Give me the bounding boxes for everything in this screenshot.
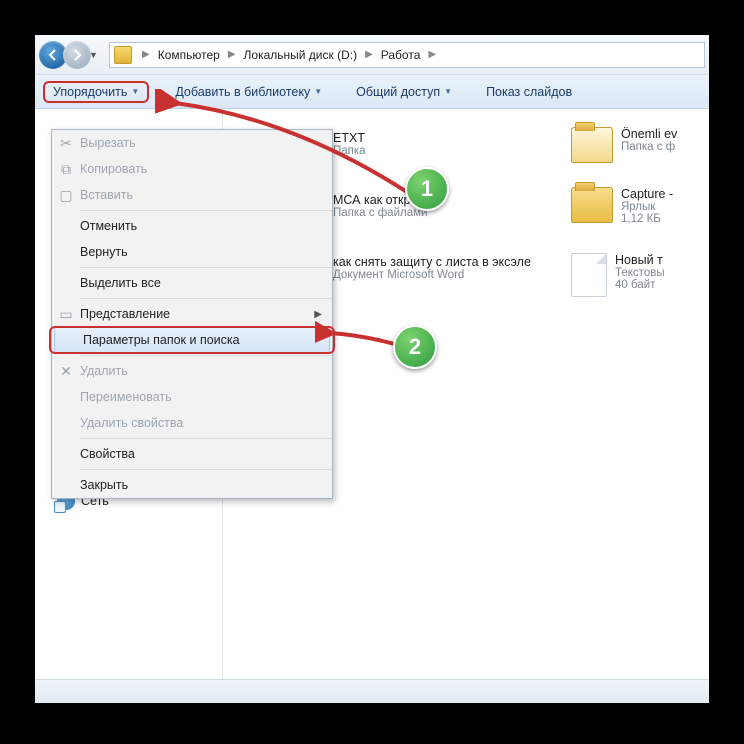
file-item[interactable]: Новый т Текстовы 40 байт (571, 253, 665, 297)
menu-separator (80, 267, 332, 268)
file-item[interactable]: как снять защиту с листа в эксэле Докуме… (333, 255, 531, 281)
navigation-bar: ▼ ▶ Компьютер ▶ Локальный диск (D:) ▶ Ра… (35, 35, 709, 75)
nav-fwd-button[interactable] (63, 41, 91, 69)
menu-cut[interactable]: ✂ Вырезать (52, 130, 332, 156)
file-name: Новый т (615, 253, 665, 267)
file-name: Capture - (621, 187, 673, 201)
chevron-right-icon: ▶ (314, 309, 322, 320)
file-item[interactable]: Önemli ev Папка с ф (571, 127, 677, 163)
breadcrumb-item[interactable]: Работа (379, 48, 423, 62)
menu-separator (80, 210, 332, 211)
callout-badge-2: 2 (393, 325, 437, 369)
file-sub: Папка с ф (621, 141, 677, 153)
menu-redo[interactable]: Вернуть (52, 239, 332, 265)
file-name: Önemli ev (621, 127, 677, 141)
organize-label: Упорядочить (53, 85, 127, 99)
close-icon (52, 472, 80, 498)
menu-separator (80, 298, 332, 299)
delete-icon: ✕ (52, 358, 80, 384)
menu-separator (80, 469, 332, 470)
rename-icon (52, 384, 80, 410)
toolbar: Упорядочить ▼ Добавить в библиотеку ▼ Об… (35, 75, 709, 109)
file-sub: Текстовы (615, 267, 665, 279)
file-sub: Документ Microsoft Word (333, 269, 531, 281)
menu-close[interactable]: Закрыть (52, 472, 332, 498)
add-library-label: Добавить в библиотеку (175, 85, 310, 99)
menu-view[interactable]: ▭ Представление ▶ (52, 301, 332, 327)
menu-folder-options[interactable]: Параметры папок и поиска (54, 327, 330, 353)
copy-icon: ⧉ (52, 156, 80, 182)
menu-properties[interactable]: Свойства (52, 441, 332, 467)
menu-rename[interactable]: Переименовать (52, 384, 332, 410)
chevron-right-icon: ▶ (228, 49, 236, 60)
file-name: ETXT (333, 131, 366, 145)
folder-icon (571, 127, 613, 163)
file-sub: 40 байт (615, 279, 665, 291)
file-item[interactable]: Capture - Ярлык 1,12 КБ (571, 187, 673, 225)
slideshow-button[interactable]: Показ слайдов (478, 82, 580, 102)
select-all-icon (52, 270, 80, 296)
remove-props-icon (52, 410, 80, 436)
breadcrumb-item[interactable]: Локальный диск (D:) (242, 48, 360, 62)
chevron-right-icon: ▶ (142, 49, 150, 60)
file-item[interactable]: ETXT Папка (333, 131, 366, 157)
menu-remove-props[interactable]: Удалить свойства (52, 410, 332, 436)
redo-icon (52, 239, 80, 265)
file-sub: 1,12 КБ (621, 213, 673, 225)
chevron-down-icon: ▼ (444, 87, 452, 96)
chevron-right-icon: ▶ (428, 49, 436, 60)
menu-undo[interactable]: Отменить (52, 213, 332, 239)
nav-history-drop[interactable]: ▼ (89, 50, 103, 60)
add-library-button[interactable]: Добавить в библиотеку ▼ (167, 82, 330, 102)
menu-copy[interactable]: ⧉ Копировать (52, 156, 332, 182)
cut-icon: ✂ (52, 130, 80, 156)
status-bar (35, 679, 709, 703)
menu-paste[interactable]: ▢ Вставить (52, 182, 332, 208)
file-name: как снять защиту с листа в эксэле (333, 255, 531, 269)
folder-icon (571, 187, 613, 223)
file-sub: Ярлык (621, 201, 673, 213)
breadcrumb[interactable]: ▶ Компьютер ▶ Локальный диск (D:) ▶ Рабо… (109, 42, 705, 68)
view-icon: ▭ (52, 301, 80, 327)
menu-separator (80, 438, 332, 439)
chevron-right-icon: ▶ (365, 49, 373, 60)
file-sub: Папка (333, 145, 366, 157)
paste-icon: ▢ (52, 182, 80, 208)
undo-icon (52, 213, 80, 239)
folder-icon (114, 46, 132, 64)
share-label: Общий доступ (356, 85, 440, 99)
chevron-down-icon: ▼ (131, 87, 139, 96)
menu-delete[interactable]: ✕ Удалить (52, 358, 332, 384)
organize-button[interactable]: Упорядочить ▼ (43, 81, 149, 103)
menu-select-all[interactable]: Выделить все (52, 270, 332, 296)
callout-badge-1: 1 (405, 167, 449, 211)
share-button[interactable]: Общий доступ ▼ (348, 82, 460, 102)
slideshow-label: Показ слайдов (486, 85, 572, 99)
document-icon (571, 253, 607, 297)
organize-menu: ✂ Вырезать ⧉ Копировать ▢ Вставить Отмен… (51, 129, 333, 499)
chevron-down-icon: ▼ (314, 87, 322, 96)
breadcrumb-item[interactable]: Компьютер (156, 48, 222, 62)
properties-icon (52, 441, 80, 467)
folder-options-icon (55, 327, 83, 353)
menu-separator (80, 355, 332, 356)
